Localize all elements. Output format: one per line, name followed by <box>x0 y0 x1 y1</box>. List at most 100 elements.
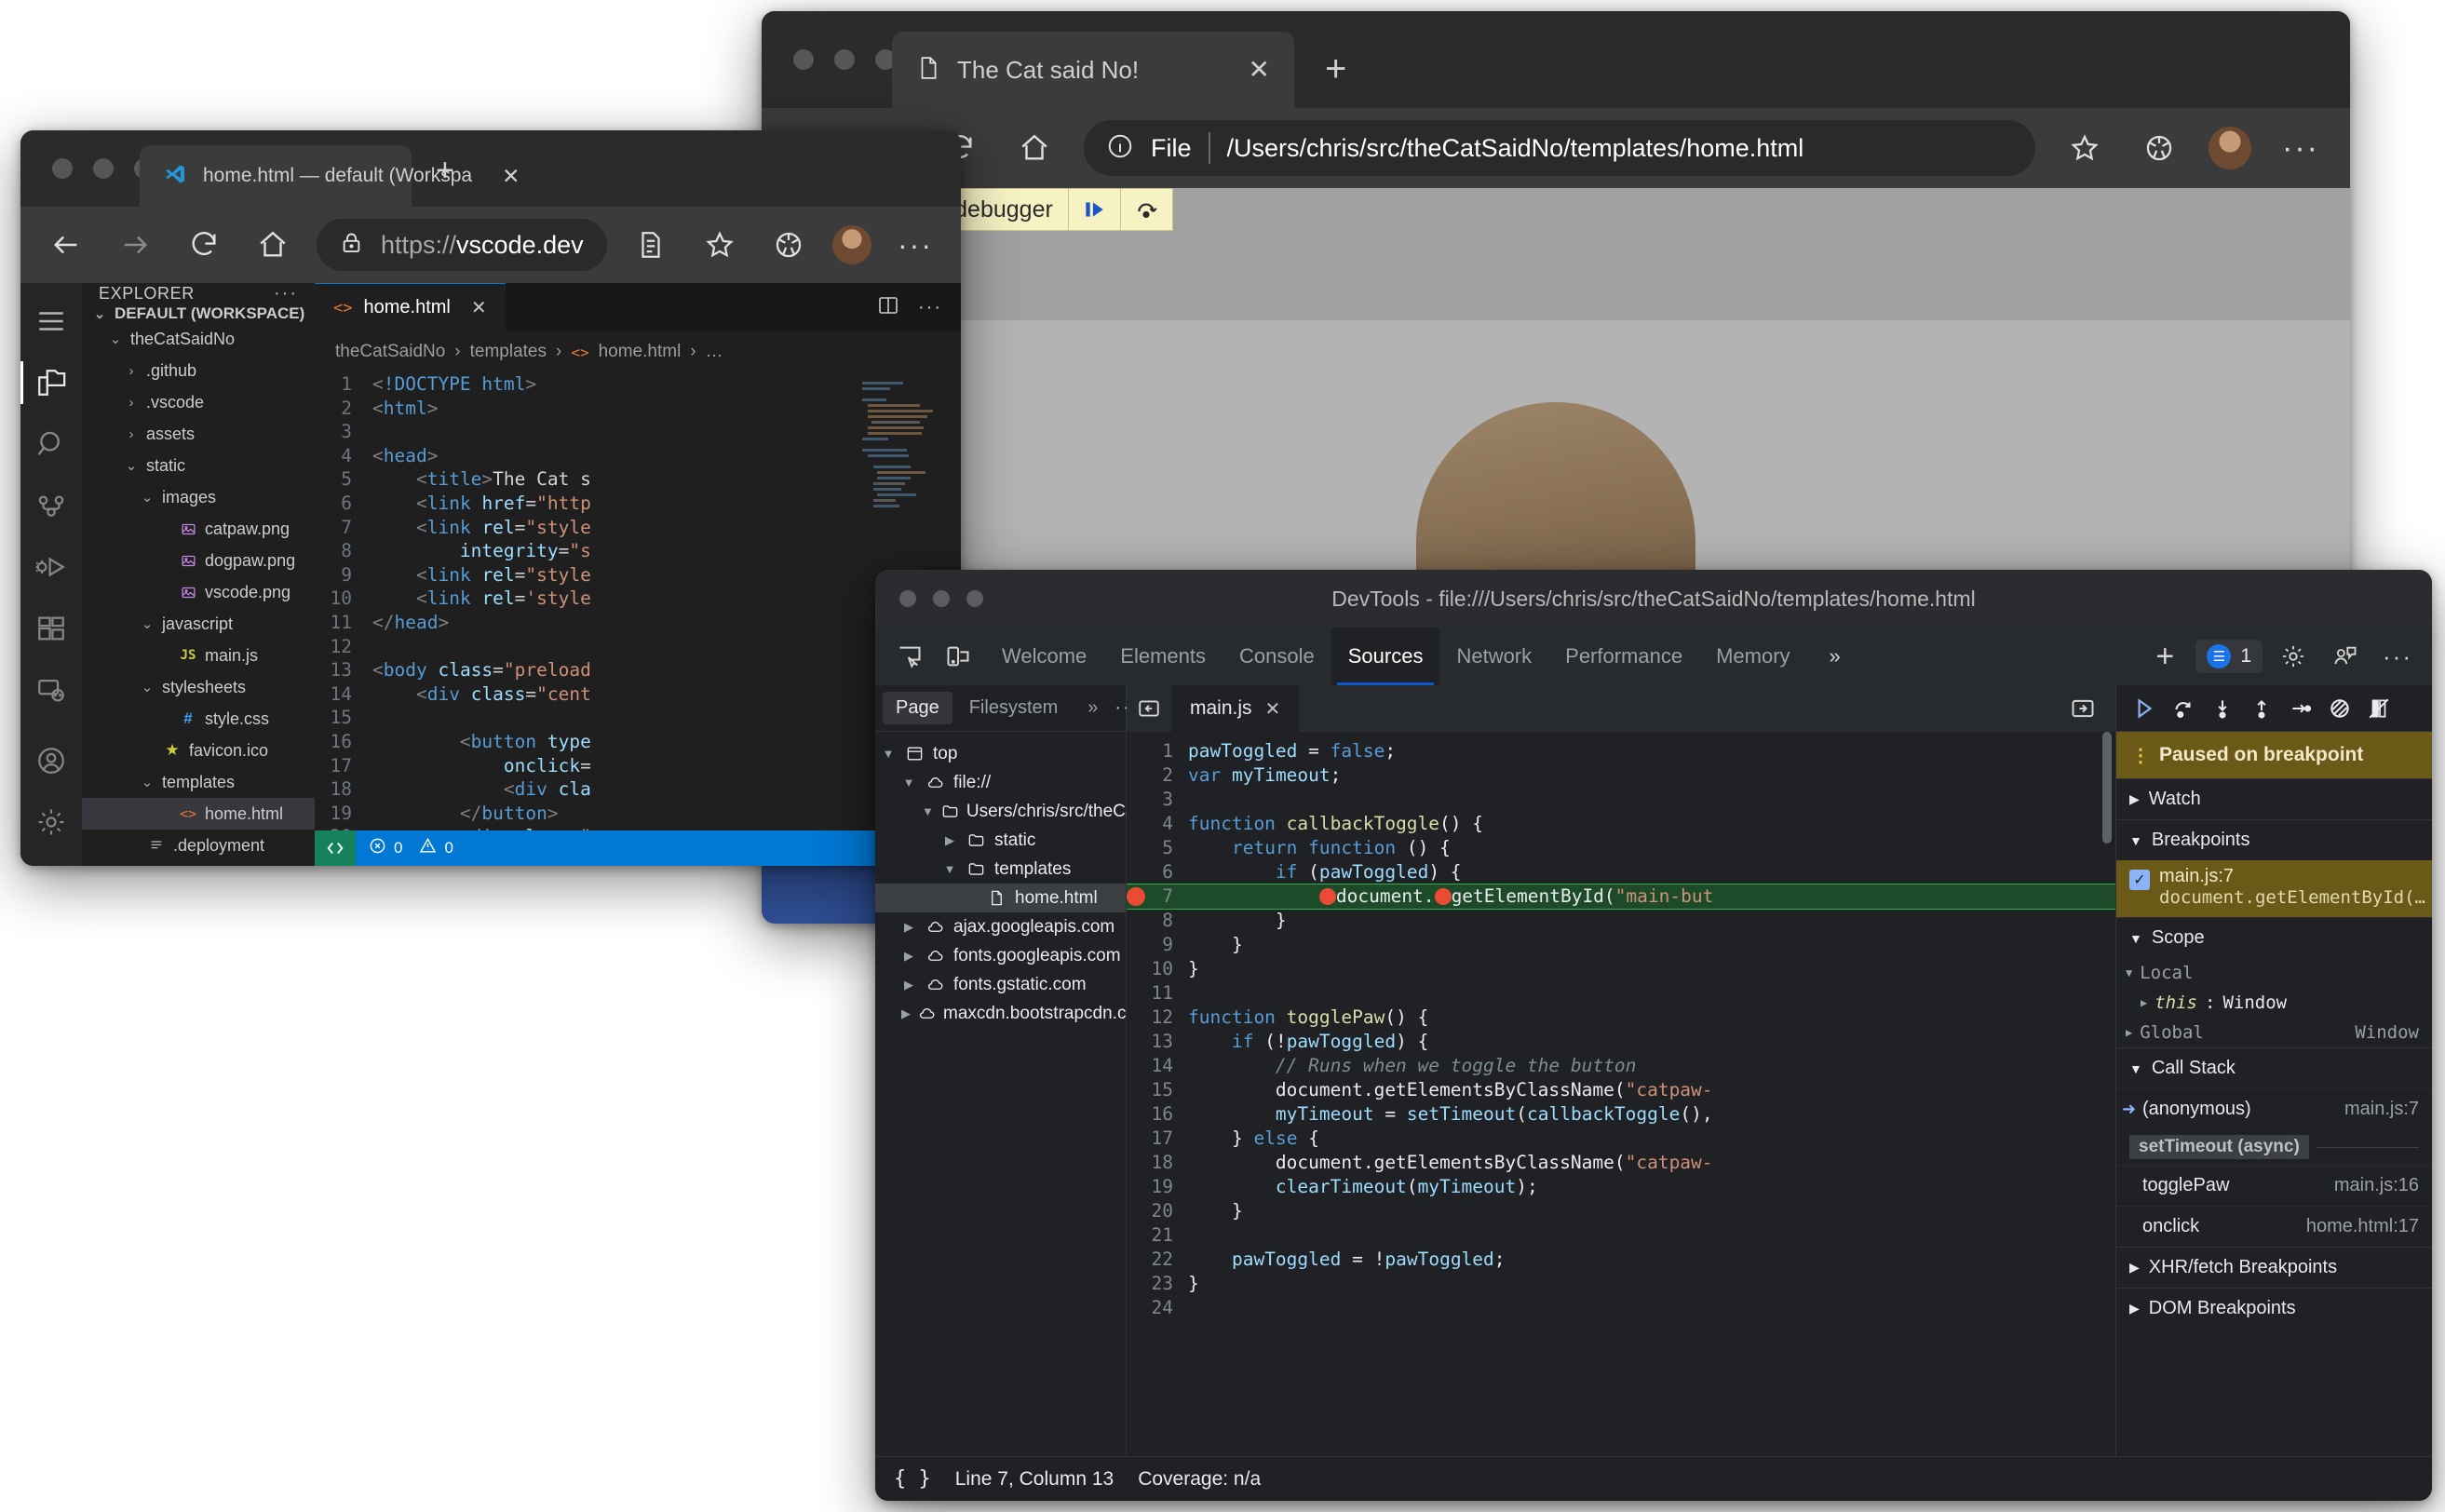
sidebar-item-search[interactable] <box>20 413 82 475</box>
new-tab-button[interactable]: + <box>1325 50 1346 88</box>
star-icon[interactable] <box>2060 123 2110 173</box>
home-icon[interactable] <box>248 220 298 270</box>
more-options-icon[interactable]: ··· <box>890 220 940 270</box>
tree-item[interactable]: vscode.png <box>82 576 315 608</box>
tab-memory[interactable]: Memory <box>1699 628 1806 685</box>
tab-elements[interactable]: Elements <box>1103 628 1222 685</box>
close-icon[interactable]: ✕ <box>471 296 487 319</box>
reader-mode-icon[interactable] <box>626 220 676 270</box>
resource-tree-item[interactable]: ▼ Users/chris/src/theCatSaidNo <box>875 797 1198 826</box>
navigator-subtab-filesystem[interactable]: Filesystem <box>956 692 1072 724</box>
breakpoints-section-header[interactable]: ▼ Breakpoints <box>2116 819 2432 860</box>
step-into-button[interactable] <box>2204 690 2241 727</box>
add-panel-icon[interactable]: + <box>2143 635 2186 678</box>
address-bar[interactable]: https://vscode.dev <box>317 219 607 271</box>
editor-more-icon[interactable]: ··· <box>918 297 942 318</box>
breadcrumb-item-3[interactable]: … <box>706 342 723 362</box>
breakpoint-checkbox[interactable]: ✓ <box>2129 870 2150 890</box>
tree-item[interactable]: ⌄ stylesheets <box>82 671 315 703</box>
menu-icon[interactable] <box>20 290 82 352</box>
info-icon[interactable] <box>1106 132 1134 165</box>
breadcrumb-item-2[interactable]: home.html <box>599 342 682 362</box>
tree-item[interactable]: dogpaw.png <box>82 545 315 576</box>
tab-console[interactable]: Console <box>1222 628 1331 685</box>
step-over-icon[interactable] <box>1119 188 1172 231</box>
device-toolbar-icon[interactable] <box>937 635 979 678</box>
more-panels-icon[interactable]: » <box>1813 628 1857 685</box>
browser-tab-cat[interactable]: The Cat said No! ✕ <box>892 32 1294 108</box>
explorer-more-icon[interactable]: ··· <box>274 283 298 304</box>
call-stack-frame[interactable]: ➜ (anonymous) main.js:7 <box>2116 1088 2432 1129</box>
avatar[interactable] <box>832 225 871 264</box>
tree-item[interactable]: › .github <box>82 355 315 386</box>
breakpoint-list-item[interactable]: ✓ main.js:7 document.getElementById(… <box>2116 860 2432 917</box>
pretty-print-icon[interactable]: { } <box>894 1467 931 1491</box>
split-editor-icon[interactable] <box>877 294 899 321</box>
close-icon[interactable]: ✕ <box>489 165 520 187</box>
resource-tree-item[interactable]: ▼ file:// <box>875 768 1126 797</box>
tab-network[interactable]: Network <box>1439 628 1548 685</box>
navigator-subtab-page[interactable]: Page <box>883 692 952 724</box>
tree-item[interactable]: ★ favicon.ico <box>82 735 315 766</box>
tree-item[interactable]: › .vscode <box>82 386 315 418</box>
tree-item[interactable]: ⌄ javascript <box>82 608 315 640</box>
breadcrumb-item-0[interactable]: theCatSaidNo <box>335 342 445 362</box>
show-navigator-icon[interactable] <box>1127 685 1171 732</box>
close-icon[interactable]: ✕ <box>1265 697 1281 721</box>
dom-breakpoints-section-header[interactable]: ▶ DOM Breakpoints <box>2116 1288 2432 1329</box>
collections-icon[interactable] <box>2134 123 2184 173</box>
xhr-breakpoints-section-header[interactable]: ▶ XHR/fetch Breakpoints <box>2116 1247 2432 1288</box>
scope-entry-this[interactable]: ▶ this: Window <box>2116 988 2432 1018</box>
sidebar-item-source-control[interactable] <box>20 475 82 536</box>
back-icon[interactable] <box>41 220 91 270</box>
breadcrumb-item-1[interactable]: templates <box>470 342 547 362</box>
tree-item[interactable]: ⌄ templates <box>82 766 315 798</box>
devtools-more-icon[interactable]: ··· <box>2376 635 2419 678</box>
tree-item[interactable]: .deployment <box>82 830 315 861</box>
sources-code-content[interactable]: 1 pawToggled = false; 2 var myTimeout; 3 4 fun… <box>1127 732 2115 1456</box>
scope-local-group[interactable]: ▼ Local <box>2116 958 2432 988</box>
issues-button[interactable]: ☰ 1 <box>2195 640 2263 673</box>
sidebar-item-remote-explorer[interactable] <box>20 659 82 721</box>
browser-tab-vscode[interactable]: home.html — default (Workspa ✕ <box>140 145 520 207</box>
breakpoint-marker[interactable] <box>1127 887 1145 906</box>
address-bar[interactable]: File /Users/chris/src/theCatSaidNo/templ… <box>1084 120 2035 176</box>
call-stack-frame[interactable]: togglePaw main.js:16 <box>2116 1165 2432 1206</box>
resource-tree-item[interactable]: ▶ fonts.googleapis.com <box>875 941 1126 970</box>
call-stack-frame[interactable]: onclick home.html:17 <box>2116 1206 2432 1247</box>
home-icon[interactable] <box>1009 123 1060 173</box>
tree-item[interactable]: JS main.js <box>82 640 315 671</box>
sidebar-item-extensions[interactable] <box>20 598 82 659</box>
remote-indicator-icon[interactable] <box>315 830 356 866</box>
feedback-icon[interactable] <box>2324 635 2367 678</box>
tree-item[interactable]: <> home.html <box>82 798 315 830</box>
sidebar-item-run-and-debug[interactable] <box>20 536 82 598</box>
sidebar-item-settings[interactable] <box>20 791 82 853</box>
resume-icon[interactable] <box>1067 188 1120 231</box>
tab-performance[interactable]: Performance <box>1548 628 1699 685</box>
resource-tree-item[interactable]: home.html <box>875 884 1126 912</box>
forward-icon[interactable] <box>110 220 160 270</box>
more-options-icon[interactable]: ··· <box>2276 123 2326 173</box>
sidebar-item-accounts[interactable] <box>20 730 82 791</box>
resource-tree-item[interactable]: ▼ templates <box>875 855 1126 884</box>
resource-tree-item[interactable]: ▶ fonts.gstatic.com <box>875 970 1126 999</box>
reload-icon[interactable] <box>179 220 229 270</box>
editor-tab-home-html[interactable]: <> home.html ✕ <box>315 283 506 331</box>
scope-entry-global[interactable]: ▶ Global Window <box>2116 1018 2432 1047</box>
show-debugger-icon[interactable] <box>2061 687 2104 730</box>
tree-item[interactable]: ⌄ theCatSaidNo <box>82 323 315 355</box>
close-icon[interactable]: ✕ <box>1211 57 1270 83</box>
resource-tree-item[interactable]: ▶ maxcdn.bootstrapcdn.com <box>875 999 1151 1028</box>
resume-button[interactable] <box>2126 690 2163 727</box>
watch-section-header[interactable]: ▶ Watch <box>2116 778 2432 819</box>
step-button[interactable] <box>2282 690 2319 727</box>
minimap[interactable] <box>858 376 948 516</box>
step-over-button[interactable] <box>2165 690 2202 727</box>
sources-file-tab-mainjs[interactable]: main.js ✕ <box>1171 685 1300 732</box>
step-out-button[interactable] <box>2243 690 2280 727</box>
inline-breakpoint-dot[interactable] <box>1318 888 1336 905</box>
navigator-subtab-overflow[interactable]: » <box>1074 692 1111 724</box>
scope-section-header[interactable]: ▼ Scope <box>2116 917 2432 958</box>
resource-tree-item[interactable]: ▶ static <box>875 826 1126 855</box>
